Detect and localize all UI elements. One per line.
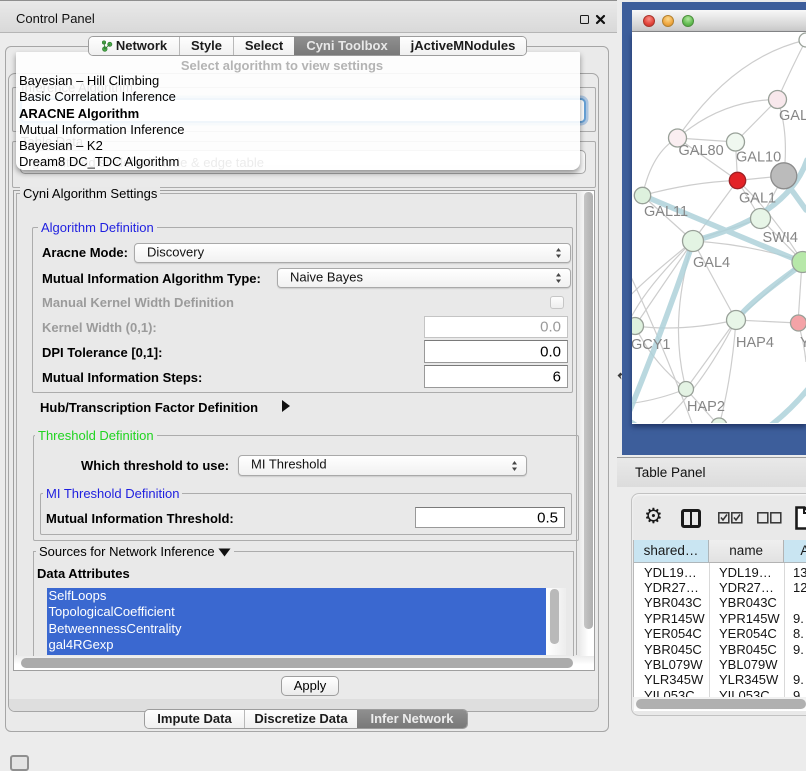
svg-text:SWI4: SWI4 [763, 230, 798, 246]
svg-text:GAL80: GAL80 [679, 143, 724, 159]
svg-text:GAL10: GAL10 [736, 150, 781, 166]
svg-text:GAL2: GAL2 [779, 108, 806, 124]
svg-text:GAL11: GAL11 [644, 204, 688, 220]
svg-text:HAP4: HAP4 [736, 335, 774, 351]
svg-text:GAL4: GAL4 [693, 255, 730, 271]
svg-text:GCY1: GCY1 [632, 337, 671, 353]
svg-text:GAL1: GAL1 [739, 191, 776, 207]
svg-text:HAP2: HAP2 [687, 399, 725, 415]
svg-text:Y: Y [800, 335, 806, 351]
